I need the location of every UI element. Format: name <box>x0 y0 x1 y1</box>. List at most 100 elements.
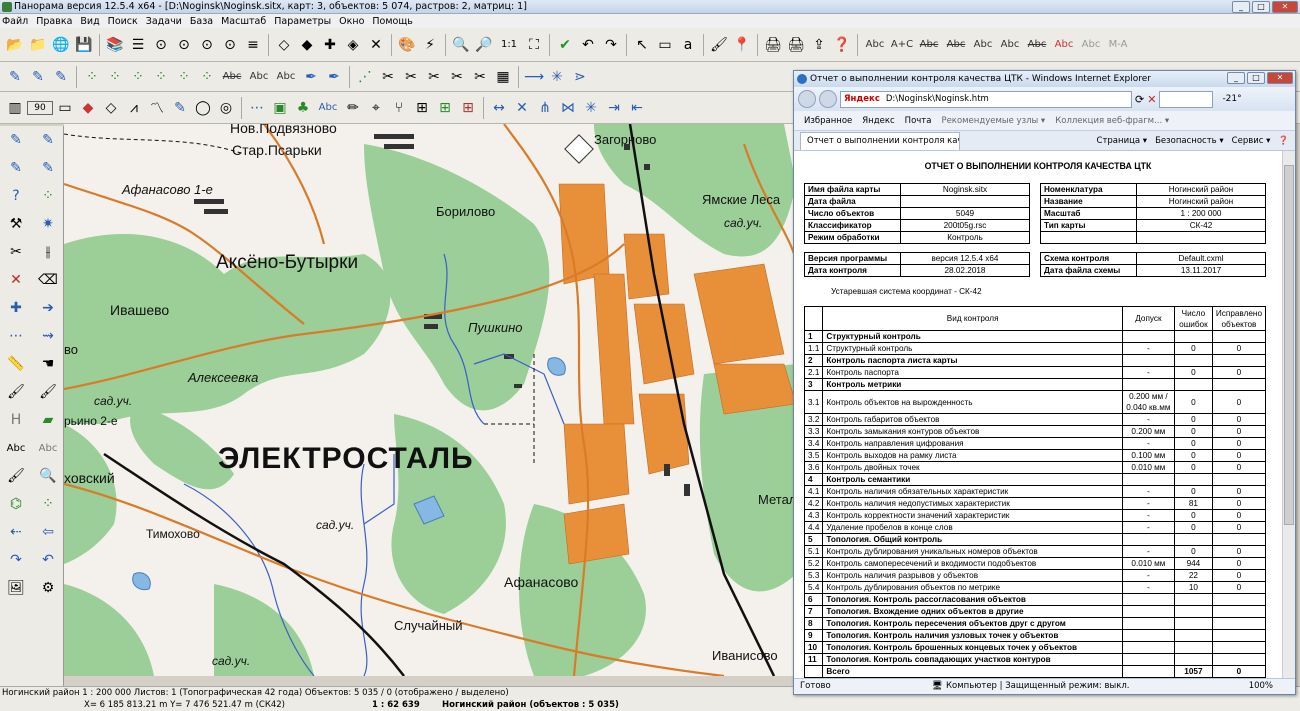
palette-icon[interactable]: 🎨 <box>396 34 418 56</box>
menu-file[interactable]: Файл <box>2 16 28 27</box>
node-star-icon[interactable]: ✳ <box>580 97 602 119</box>
pen-icon[interactable]: ✒ <box>300 66 322 88</box>
fav-yandex[interactable]: Яндекс <box>862 116 894 126</box>
settings-icon[interactable]: ⚙ <box>32 574 64 602</box>
cut-line-icon[interactable]: ✂ <box>446 66 468 88</box>
draw-polyline-icon[interactable]: ✎ <box>27 66 49 88</box>
text-label-tool[interactable]: Abc <box>315 97 341 119</box>
compass-icon[interactable]: ⚒ <box>0 210 32 238</box>
scissors-tool-icon[interactable]: ✂ <box>0 238 32 266</box>
text-abc-alt-icon[interactable]: Abc <box>32 434 64 462</box>
height-icon[interactable]: H <box>0 406 32 434</box>
points-edit-icon[interactable]: ⁘ <box>81 66 103 88</box>
open-folder-icon[interactable]: 📂 <box>4 34 26 56</box>
stop-icon[interactable]: ✕ <box>1147 93 1156 106</box>
node-join-icon[interactable]: ⋈ <box>557 97 579 119</box>
star-node-icon[interactable]: ✳ <box>546 66 568 88</box>
text-tool-10[interactable]: M-A <box>1105 34 1131 56</box>
menu-help[interactable]: Помощь <box>372 16 412 27</box>
scissors-alt-icon[interactable]: ✂ <box>400 66 422 88</box>
mesh-icon[interactable]: ⊞ <box>411 97 433 119</box>
points-green-icon[interactable]: ⁘ <box>32 490 64 518</box>
pencil-icon[interactable]: ✏ <box>342 97 364 119</box>
refresh-icon[interactable]: ⟳ <box>1135 93 1144 106</box>
label-tool-2[interactable]: Abc <box>246 66 272 88</box>
curve-arrow-icon[interactable]: ↷ <box>0 546 32 574</box>
mesh-red-icon[interactable]: ⊞ <box>457 97 479 119</box>
pencil-edit-icon[interactable]: ✎ <box>0 154 32 182</box>
brush-alt-icon[interactable]: 🖌 <box>32 378 64 406</box>
split-icon[interactable]: ✂ <box>469 66 491 88</box>
arrow-left-icon[interactable]: ⇠ <box>0 518 32 546</box>
delete-icon[interactable]: ✕ <box>0 266 32 294</box>
rectangle-icon[interactable]: ▭ <box>54 97 76 119</box>
node-arrow-icon[interactable]: ↔ <box>488 97 510 119</box>
zoom-out-icon[interactable]: 🔍 <box>450 34 472 56</box>
report-scrollbar[interactable] <box>1282 151 1295 679</box>
ie-close-button[interactable]: ✕ <box>1267 72 1293 84</box>
vertex-rect-icon[interactable]: ▣ <box>269 97 291 119</box>
star-blue-icon[interactable]: ✷ <box>32 210 64 238</box>
text-tool-4[interactable]: Abc <box>943 34 969 56</box>
line-node-icon[interactable]: ⋯ <box>0 322 32 350</box>
topology-icon[interactable]: ⋰ <box>354 66 376 88</box>
draw-spline-icon[interactable]: ✎ <box>50 66 72 88</box>
points-add-icon[interactable]: ⁘ <box>127 66 149 88</box>
menu-window[interactable]: Окно <box>339 16 364 27</box>
pencil-draw-icon[interactable]: ✎ <box>0 126 32 154</box>
cmd-tools[interactable]: Сервис ▾ <box>1232 131 1271 151</box>
text-tool-6[interactable]: Abc <box>997 34 1023 56</box>
brush-tool-icon[interactable]: 🖌 <box>0 378 32 406</box>
menu-database[interactable]: База <box>190 16 213 27</box>
select-object-icon[interactable]: ◇ <box>273 34 295 56</box>
points-delete-icon[interactable]: ⁘ <box>150 66 172 88</box>
text-tool-9[interactable]: Abc <box>1078 34 1104 56</box>
lightning-icon[interactable]: ⚡ <box>419 34 441 56</box>
menu-tasks[interactable]: Задачи <box>146 16 182 27</box>
search-area-icon[interactable]: ⊙ <box>219 34 241 56</box>
text-abc-icon[interactable]: Abc <box>0 434 32 462</box>
select-add-icon[interactable]: ◆ <box>296 34 318 56</box>
list-icon[interactable]: ☰ <box>127 34 149 56</box>
erase-icon[interactable]: ⌫ <box>32 266 64 294</box>
pencil-line-icon[interactable]: ✎ <box>32 126 64 154</box>
close-button[interactable]: ✕ <box>1272 1 1298 13</box>
menu-view[interactable]: Вид <box>80 16 99 27</box>
help-icon-ie[interactable]: ❓ <box>1278 131 1289 151</box>
zoom-actual-size[interactable]: 1:1 <box>496 34 522 56</box>
line-arrow-icon[interactable]: ⇝ <box>32 322 64 350</box>
node-cross-icon[interactable]: ✕ <box>511 97 533 119</box>
ie-tab-report[interactable]: Отчет о выполнении контроля качест... <box>800 131 960 150</box>
points-merge-icon[interactable]: ⁘ <box>196 66 218 88</box>
points-move-icon[interactable]: ⁘ <box>104 66 126 88</box>
mesh-alt-icon[interactable]: ⊞ <box>434 97 456 119</box>
redo-icon[interactable]: ↷ <box>600 34 622 56</box>
binoculars-icon[interactable]: ⊙ <box>150 34 172 56</box>
ie-maximize-button[interactable]: □ <box>1247 72 1265 84</box>
arrow-fork-icon[interactable]: ⋗ <box>569 66 591 88</box>
ellipse-icon[interactable]: ◯ <box>192 97 214 119</box>
select-plus-icon[interactable]: ✚ <box>319 34 341 56</box>
scissors-icon[interactable]: ✂ <box>377 66 399 88</box>
print-preview-icon[interactable]: 🖨 <box>785 34 807 56</box>
curve-arrow-alt-icon[interactable]: ↶ <box>32 546 64 574</box>
cmd-page[interactable]: Страница ▾ <box>1097 131 1148 151</box>
points-tool-icon[interactable]: ⁘ <box>32 182 64 210</box>
text-tool-7[interactable]: Abc <box>1024 34 1050 56</box>
layers-icon[interactable]: 📚 <box>104 34 126 56</box>
label-tool-3[interactable]: Abc <box>273 66 299 88</box>
fav-mail[interactable]: Почта <box>905 116 932 126</box>
fav-web-slices[interactable]: Коллекция веб-фрагм... ▾ <box>1055 116 1169 126</box>
undo-icon[interactable]: ↶ <box>577 34 599 56</box>
minimize-button[interactable]: _ <box>1232 1 1250 13</box>
photo-icon[interactable]: 🖼 <box>0 574 32 602</box>
menu-parameters[interactable]: Параметры <box>274 16 331 27</box>
pointer-icon[interactable]: ↖ <box>631 34 653 56</box>
text-tool-8[interactable]: Abc <box>1051 34 1077 56</box>
help-icon[interactable]: ❓ <box>831 34 853 56</box>
print-icon[interactable]: 🖨 <box>762 34 784 56</box>
pen-alt-icon[interactable]: ✒ <box>323 66 345 88</box>
arrow-right-icon[interactable]: ⟶ <box>523 66 545 88</box>
zoom-fit-icon[interactable]: ⛶ <box>523 34 545 56</box>
text-tool-3[interactable]: Abc <box>916 34 942 56</box>
